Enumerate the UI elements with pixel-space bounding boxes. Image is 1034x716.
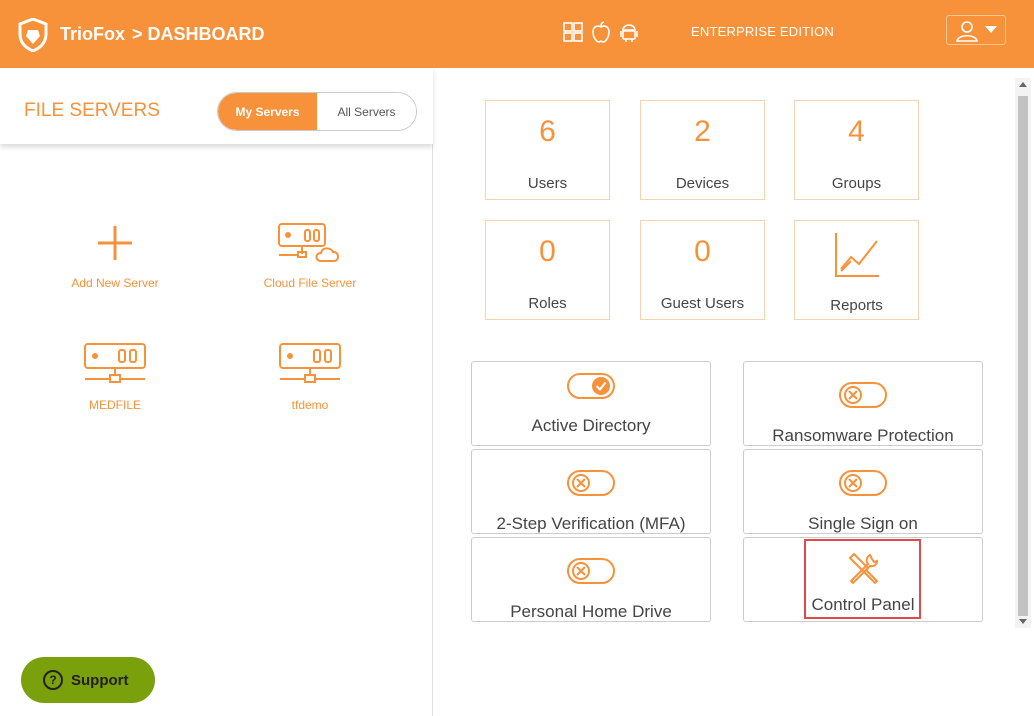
server-item-medfile[interactable]: MEDFILE bbox=[45, 340, 185, 412]
server-icon bbox=[240, 340, 380, 390]
feature-label: Single Sign on bbox=[808, 514, 918, 533]
help-icon: ? bbox=[43, 670, 63, 690]
tab-all-servers[interactable]: All Servers bbox=[317, 93, 416, 130]
support-button[interactable]: ? Support bbox=[21, 657, 155, 703]
personal-home-drive-tile[interactable]: Personal Home Drive bbox=[471, 537, 711, 622]
file-servers-panel: FILE SERVERS My Servers All Servers Add … bbox=[0, 68, 433, 716]
stat-label: Devices bbox=[675, 175, 730, 192]
cloud-file-server-button[interactable]: Cloud File Server bbox=[240, 218, 380, 290]
single-sign-on-tile[interactable]: Single Sign on bbox=[743, 449, 983, 534]
stat-label: Users bbox=[527, 175, 568, 192]
stat-value: 6 bbox=[539, 115, 556, 148]
edition-label: ENTERPRISE EDITION bbox=[691, 24, 835, 39]
server-item-tfdemo[interactable]: tfdemo bbox=[240, 340, 380, 412]
vertical-scrollbar[interactable] bbox=[1015, 78, 1031, 628]
stat-value: 0 bbox=[694, 235, 711, 268]
apple-icon[interactable] bbox=[590, 20, 612, 44]
server-label: Cloud File Server bbox=[263, 276, 357, 290]
toggle-off-icon bbox=[472, 470, 710, 496]
brand-name[interactable]: TrioFox bbox=[60, 24, 125, 45]
stat-groups-tile[interactable]: 4 Groups bbox=[794, 100, 919, 200]
stat-reports-tile[interactable]: Reports bbox=[794, 220, 919, 320]
top-bar: TrioFox > DASHBOARD ENTERPRISE EDITION bbox=[0, 0, 1034, 68]
plus-icon bbox=[45, 218, 185, 268]
scroll-thumb[interactable] bbox=[1018, 96, 1028, 616]
cloud-server-icon bbox=[240, 218, 380, 268]
stat-devices-tile[interactable]: 2 Devices bbox=[640, 100, 765, 200]
triofox-logo-icon[interactable] bbox=[18, 18, 48, 52]
user-menu-button[interactable] bbox=[946, 15, 1006, 45]
server-label: MEDFILE bbox=[88, 398, 141, 412]
toggle-off-icon bbox=[744, 470, 982, 496]
stat-label: Groups bbox=[831, 175, 882, 192]
windows-icon[interactable] bbox=[562, 20, 584, 44]
stat-label: Reports bbox=[830, 297, 883, 314]
stat-users-tile[interactable]: 6 Users bbox=[485, 100, 610, 200]
ransomware-protection-tile[interactable]: Ransomware Protection bbox=[743, 361, 983, 446]
platform-icons bbox=[562, 20, 640, 44]
toggle-on-icon bbox=[472, 373, 710, 399]
server-icon bbox=[45, 340, 185, 390]
feature-label: 2-Step Verification (MFA) bbox=[496, 514, 686, 533]
add-new-server-button[interactable]: Add New Server bbox=[45, 218, 185, 290]
toggle-off-icon bbox=[744, 382, 982, 408]
stat-label: Guest Users bbox=[660, 295, 745, 312]
active-directory-tile[interactable]: Active Directory bbox=[471, 361, 711, 446]
file-servers-header: FILE SERVERS My Servers All Servers bbox=[0, 68, 433, 144]
chart-icon bbox=[795, 231, 918, 281]
feature-label: Personal Home Drive bbox=[510, 602, 672, 621]
two-step-verification-tile[interactable]: 2-Step Verification (MFA) bbox=[471, 449, 711, 534]
toggle-off-icon bbox=[472, 558, 710, 584]
stat-label: Roles bbox=[528, 295, 567, 312]
scroll-down-icon[interactable] bbox=[1019, 619, 1027, 624]
chevron-down-icon bbox=[985, 26, 997, 33]
server-label: Add New Server bbox=[71, 276, 159, 290]
stat-value: 2 bbox=[694, 115, 711, 148]
stat-value: 4 bbox=[848, 115, 865, 148]
breadcrumb: > DASHBOARD bbox=[132, 24, 265, 44]
feature-label: Active Directory bbox=[531, 416, 651, 435]
feature-label: Ransomware Protection bbox=[772, 426, 954, 445]
file-servers-title: FILE SERVERS bbox=[24, 100, 160, 121]
user-icon bbox=[956, 21, 978, 42]
server-label: tfdemo bbox=[291, 398, 329, 412]
scroll-up-icon[interactable] bbox=[1019, 82, 1027, 87]
highlight-box bbox=[804, 539, 921, 619]
stat-value: 0 bbox=[539, 235, 556, 268]
server-filter-toggle: My Servers All Servers bbox=[217, 92, 417, 131]
tab-my-servers[interactable]: My Servers bbox=[218, 93, 317, 130]
android-icon[interactable] bbox=[618, 20, 640, 44]
support-label: Support bbox=[71, 671, 129, 689]
stat-roles-tile[interactable]: 0 Roles bbox=[485, 220, 610, 320]
stat-guest-users-tile[interactable]: 0 Guest Users bbox=[640, 220, 765, 320]
